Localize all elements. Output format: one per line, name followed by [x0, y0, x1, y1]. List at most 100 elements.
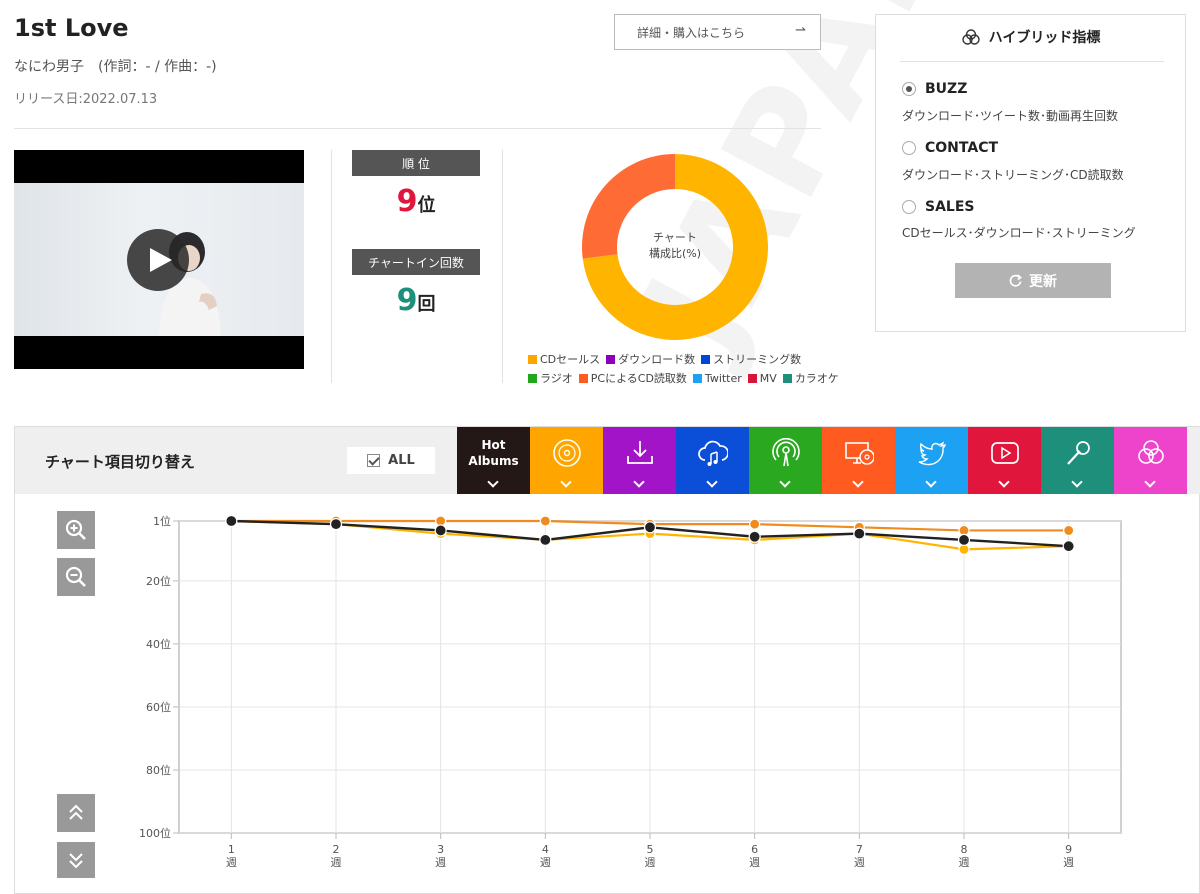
scroll-up-button[interactable]: [57, 794, 95, 832]
legend-item: ダウンロード数: [606, 350, 695, 369]
chevron-down-icon: [706, 476, 718, 488]
series-point[interactable]: [1063, 524, 1075, 537]
hot-line2: Albums: [468, 454, 519, 468]
option-sales-desc: CDセールス･ダウンロード･ストリーミング: [902, 226, 1136, 240]
all-toggle[interactable]: ALL: [347, 447, 435, 474]
update-label: 更新: [1029, 273, 1057, 290]
series-point[interactable]: [957, 533, 971, 547]
radio-sales[interactable]: [902, 200, 916, 214]
chevron-down-icon: [633, 476, 645, 488]
legend-label: MV: [759, 372, 777, 385]
legend-item: ラジオ: [528, 369, 573, 388]
category-cd-sales[interactable]: [530, 427, 603, 494]
play-icon: [149, 248, 172, 272]
chevron-down-icon: [560, 476, 572, 488]
category-hot-albums[interactable]: Hot Albums: [457, 427, 530, 494]
series-point[interactable]: [748, 530, 761, 543]
category-icon-wrap: [917, 437, 947, 469]
option-contact-desc: ダウンロード･ストリーミング･CD読取数: [902, 168, 1124, 182]
series-point[interactable]: [749, 518, 761, 530]
artist-credit: なにわ男子 (作詞：- / 作曲：-): [14, 59, 217, 75]
y-tick-label: 60位: [146, 700, 171, 714]
legend-swatch: [747, 374, 757, 383]
legend-item: カラオケ: [782, 369, 839, 388]
hybrid-title-text: ハイブリッド指標: [988, 30, 1101, 46]
download-icon: [626, 441, 653, 464]
x-tick-label: 9週: [1063, 843, 1074, 869]
legend-swatch: [606, 355, 616, 364]
category-download[interactable]: [603, 427, 676, 494]
play-button[interactable]: [127, 229, 189, 291]
category-pc-cd-read[interactable]: [822, 427, 895, 494]
update-button[interactable]: 更新: [955, 263, 1111, 298]
legend-item: Twitter: [692, 369, 742, 388]
series-point[interactable]: [643, 521, 657, 534]
category-radio[interactable]: [749, 427, 822, 494]
arrow-right-icon: ⇀: [795, 23, 806, 38]
chevron-down-icon: [779, 476, 791, 488]
hybrid-title: ハイブリッド指標: [876, 27, 1185, 47]
legend-label: ストリーミング数: [713, 353, 802, 366]
category-icon-wrap: [697, 437, 728, 469]
double-chevron-down-icon: [69, 853, 83, 869]
twitter-icon: [918, 441, 946, 466]
series-point[interactable]: [329, 518, 343, 531]
divider: [331, 150, 332, 383]
y-tick-label: 20位: [146, 574, 171, 588]
option-buzz[interactable]: BUZZ: [902, 81, 967, 97]
legend-item: CDセールス: [528, 350, 600, 369]
checkbox-icon: [367, 454, 381, 467]
rank-value: 9位: [352, 184, 480, 219]
legend-item: MV: [747, 369, 777, 388]
release-date: リリース日:2022.07.13: [14, 92, 158, 107]
chartin-number: 9: [396, 283, 418, 318]
category-mv[interactable]: [968, 427, 1041, 494]
x-tick-label: 3週: [435, 843, 446, 869]
series-point[interactable]: [225, 514, 238, 528]
category-twitter[interactable]: [895, 427, 968, 494]
legend-swatch: [701, 355, 711, 364]
chartin-value: 9回: [352, 283, 480, 318]
chart-switch-label: チャート項目切り替え: [45, 453, 195, 471]
option-sales[interactable]: SALES: [902, 199, 975, 215]
chevron-down-icon: [1071, 476, 1083, 488]
legend-swatch: [692, 374, 702, 383]
x-tick-label: 1週: [226, 843, 237, 869]
radio-buzz[interactable]: [902, 82, 916, 96]
scroll-down-button[interactable]: [57, 842, 95, 878]
option-contact[interactable]: CONTACT: [902, 140, 998, 156]
legend-label: PCによるCD読取数: [590, 372, 687, 385]
chevron-down-icon: [998, 476, 1010, 488]
hybrid-icon: [1137, 440, 1164, 464]
legend-row: CDセールス ダウンロード数 ストリーミング数: [528, 350, 848, 369]
donut-label-line2: 構成比(%): [648, 247, 702, 260]
series-point[interactable]: [434, 524, 447, 537]
legend-swatch: [528, 374, 537, 383]
series-point[interactable]: [853, 527, 866, 540]
buy-details-button[interactable]: 詳細・購入はこちら ⇀: [614, 14, 821, 50]
series-point[interactable]: [539, 515, 551, 527]
video-play-icon: [990, 442, 1019, 464]
y-tick-label: 40位: [146, 637, 171, 651]
category-hybrid[interactable]: [1114, 427, 1187, 494]
category-icon-wrap: [990, 437, 1020, 469]
legend-label: ラジオ: [540, 372, 573, 385]
rank-line-chart: 1位 20位 40位 60位 80位 100位 1 週 2 週 3 週 4 週 5 週 6 週 7 週 8 週 9 週: [139, 514, 1122, 869]
series-point[interactable]: [539, 533, 552, 547]
chartin-heading: チャートイン回数: [352, 249, 480, 275]
radio-contact[interactable]: [902, 141, 916, 155]
donut-center-label: チャート 構成比(%): [630, 230, 720, 262]
series-point[interactable]: [1062, 540, 1075, 553]
category-streaming[interactable]: [676, 427, 749, 494]
donut-label-line1: チャート: [653, 231, 697, 244]
y-tick-label: 1位: [153, 514, 171, 528]
microphone-icon: [1066, 441, 1090, 465]
chevron-down-icon: [925, 476, 937, 488]
zoom-out-button[interactable]: [57, 558, 95, 596]
hot-albums-label: Hot Albums: [468, 437, 518, 469]
chartin-unit: 回: [417, 294, 436, 315]
zoom-in-button[interactable]: [57, 511, 95, 549]
video-player[interactable]: [14, 150, 304, 369]
song-title: 1st Love: [14, 14, 129, 42]
category-karaoke[interactable]: [1041, 427, 1114, 494]
